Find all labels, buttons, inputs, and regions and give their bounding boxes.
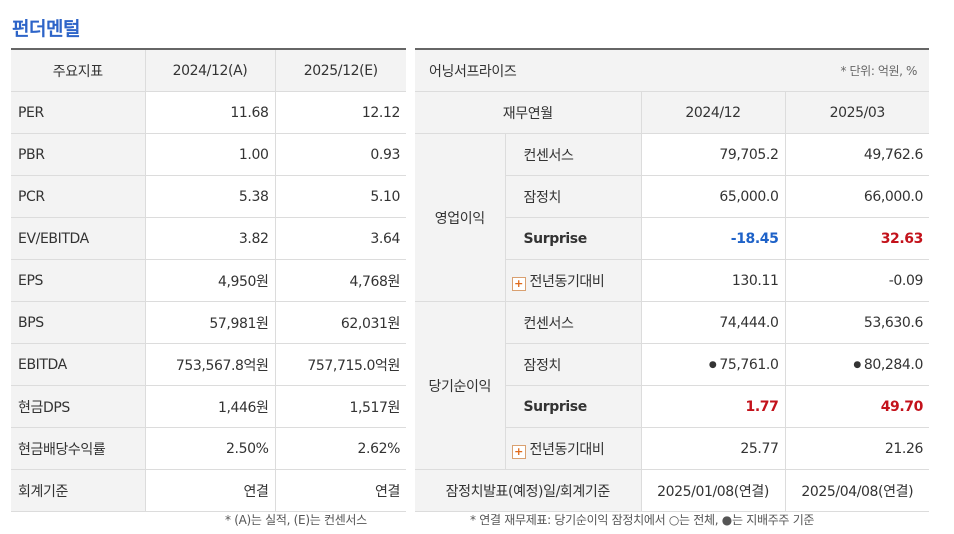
value-2024-12: 2025/01/08(연결): [641, 469, 786, 512]
key-indicators-table: 주요지표 2024/12(A) 2025/12(E) PER 11.68 12.12…: [11, 48, 406, 512]
row-label: 전년동기대비: [529, 441, 605, 458]
expand-plus-icon[interactable]: +: [511, 276, 526, 291]
group-operating-profit: 영업이익: [415, 133, 506, 302]
value-actual: 1.00: [145, 133, 276, 176]
row-label: EPS: [11, 259, 146, 302]
value-estimate: 1,517원: [275, 385, 406, 428]
row-label: 전년동기대비: [529, 273, 605, 290]
surprise-title: 어닝서프라이즈: [415, 49, 641, 92]
header-2024-actual: 2024/12(A): [145, 49, 276, 92]
value-actual: 11.68: [145, 91, 276, 134]
value-estimate: 5.10: [275, 175, 406, 218]
section-title: 펀더멘털: [12, 18, 80, 40]
value-2025-03: 49,762.6: [785, 133, 929, 176]
value-2025-03: 53,630.6: [785, 301, 929, 344]
row-label-release-date: 잠정치발표(예정)일/회계기준: [415, 469, 642, 512]
value-actual: 753,567.8억원: [145, 343, 276, 386]
value-estimate: 4,768원: [275, 259, 406, 302]
value-2025-03: -0.09: [785, 259, 929, 302]
unit-label: * 단위: 억원, %: [641, 49, 929, 92]
value-actual: 4,950원: [145, 259, 276, 302]
value-2025-03: 2025/04/08(연결): [785, 469, 929, 512]
value-estimate: 0.93: [275, 133, 406, 176]
indicators-footnote: * (A)는 실적, (E)는 컨센서스: [225, 513, 367, 527]
row-label-surprise: Surprise: [505, 385, 642, 428]
value-actual: 연결: [145, 469, 276, 512]
value-estimate: 2.62%: [275, 427, 406, 470]
earnings-surprise-table: 어닝서프라이즈 * 단위: 억원, % 재무연월 2024/12 2025/03…: [415, 48, 929, 512]
row-label: PER: [11, 91, 146, 134]
row-label: PBR: [11, 133, 146, 176]
value-2025-03: 21.26: [785, 427, 929, 470]
table-row: 현금배당수익률 2.50% 2.62%: [11, 427, 406, 470]
table-row: 당기순이익 컨센서스 74,444.0 53,630.6: [415, 301, 929, 470]
value-2024-12: 25.77: [641, 427, 786, 470]
expand-plus-icon[interactable]: +: [511, 444, 526, 459]
value-2025-03: 49.70: [785, 385, 929, 428]
table-header-row: 재무연월 2024/12 2025/03: [415, 91, 929, 134]
header-period: 재무연월: [415, 91, 642, 134]
row-label: PCR: [11, 175, 146, 218]
row-label: 잠정치: [505, 343, 642, 386]
table-row: 영업이익 컨센서스 79,705.2 49,762.6: [415, 133, 929, 302]
row-label: BPS: [11, 301, 146, 344]
value-estimate: 12.12: [275, 91, 406, 134]
value-estimate: 757,715.0억원: [275, 343, 406, 386]
value-text: 80,284.0: [863, 356, 924, 373]
table-row: EBITDA 753,567.8억원 757,715.0억원: [11, 343, 406, 386]
row-label: 현금배당수익률: [11, 427, 146, 470]
row-label: 컨센서스: [505, 301, 642, 344]
header-indicator: 주요지표: [11, 49, 146, 92]
table-row: EPS 4,950원 4,768원: [11, 259, 406, 302]
row-label: 현금DPS: [11, 385, 146, 428]
table-row: BPS 57,981원 62,031원: [11, 301, 406, 344]
value-actual: 57,981원: [145, 301, 276, 344]
value-2025-03: 66,000.0: [785, 175, 929, 218]
row-label: 컨센서스: [505, 133, 642, 176]
table-row: EV/EBITDA 3.82 3.64: [11, 217, 406, 260]
header-2024-12: 2024/12: [641, 91, 786, 134]
value-actual: 5.38: [145, 175, 276, 218]
value-actual: 2.50%: [145, 427, 276, 470]
value-text: 75,761.0: [719, 356, 779, 373]
value-2024-12: -18.45: [641, 217, 786, 260]
surprise-title-row: 어닝서프라이즈 * 단위: 억원, %: [415, 49, 929, 92]
row-label: EV/EBITDA: [11, 217, 146, 260]
value-actual: 3.82: [145, 217, 276, 260]
bullet-icon: ●: [708, 359, 717, 370]
bullet-icon: ●: [853, 359, 861, 370]
table-row: PCR 5.38 5.10: [11, 175, 406, 218]
value-estimate: 3.64: [275, 217, 406, 260]
value-estimate: 연결: [275, 469, 406, 512]
surprise-footnote: * 연결 재무제표: 당기순이익 잠정치에서 ○는 전체, ●는 지배주주 기준: [470, 513, 815, 527]
value-2024-12: ● 75,761.0: [641, 343, 786, 386]
table-header-row: 주요지표 2024/12(A) 2025/12(E): [11, 49, 406, 92]
value-2024-12: 130.11: [641, 259, 786, 302]
row-label: EBITDA: [11, 343, 146, 386]
row-label-surprise: Surprise: [505, 217, 642, 260]
row-label-yoy[interactable]: + 전년동기대비: [505, 427, 642, 470]
row-label-yoy[interactable]: + 전년동기대비: [505, 259, 642, 302]
table-row: PBR 1.00 0.93: [11, 133, 406, 176]
value-2024-12: 79,705.2: [641, 133, 786, 176]
value-2024-12: 1.77: [641, 385, 786, 428]
value-estimate: 62,031원: [275, 301, 406, 344]
value-2025-03: 32.63: [785, 217, 929, 260]
value-2024-12: 65,000.0: [641, 175, 786, 218]
row-label: 잠정치: [505, 175, 642, 218]
table-row: PER 11.68 12.12: [11, 91, 406, 134]
table-row: 현금DPS 1,446원 1,517원: [11, 385, 406, 428]
value-2025-03: ● 80,284.0: [785, 343, 929, 386]
table-row: 잠정치발표(예정)일/회계기준 2025/01/08(연결) 2025/04/0…: [415, 469, 929, 512]
value-2024-12: 74,444.0: [641, 301, 786, 344]
value-actual: 1,446원: [145, 385, 276, 428]
table-row: 회계기준 연결 연결: [11, 469, 406, 512]
group-net-income: 당기순이익: [415, 301, 506, 470]
header-2025-estimate: 2025/12(E): [275, 49, 406, 92]
header-2025-03: 2025/03: [785, 91, 929, 134]
row-label: 회계기준: [11, 469, 146, 512]
